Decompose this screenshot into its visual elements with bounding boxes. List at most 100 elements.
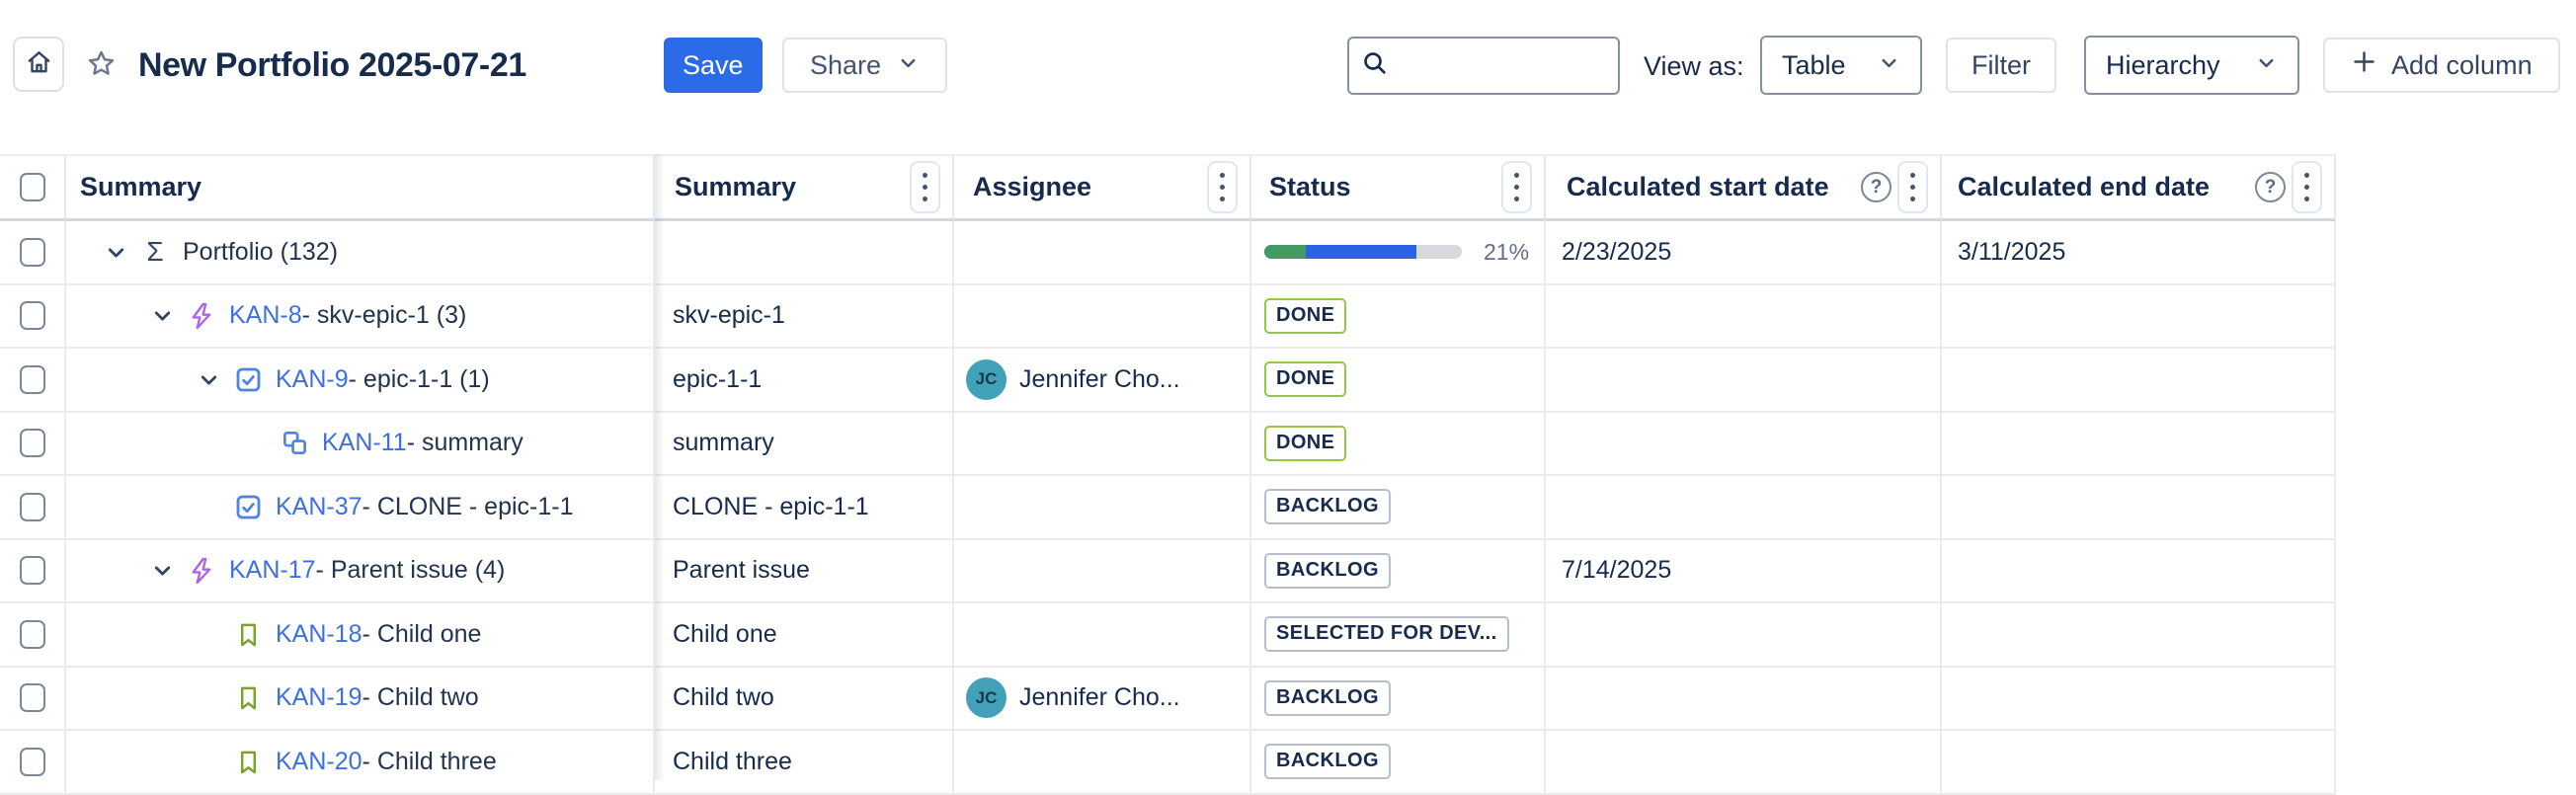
status-cell[interactable]: SELECTED FOR DEV... xyxy=(1251,603,1546,668)
issue-key-link[interactable]: KAN-17 xyxy=(229,556,316,585)
summary-cell[interactable] xyxy=(655,221,954,285)
issue-key-link[interactable]: KAN-37 xyxy=(276,493,362,521)
row-checkbox[interactable] xyxy=(20,620,45,649)
column-menu-icon[interactable] xyxy=(1501,161,1532,213)
add-column-label: Add column xyxy=(2391,50,2533,81)
summary-tree-cell: KAN-8 - skv-epic-1 (3) xyxy=(66,285,655,350)
row-checkbox[interactable] xyxy=(20,238,45,267)
summary-cell[interactable]: Child one xyxy=(655,603,954,668)
column-menu-icon[interactable] xyxy=(910,161,940,213)
row-checkbox[interactable] xyxy=(20,556,45,585)
column-header-summary-tree[interactable]: Summary xyxy=(66,154,655,221)
assignee-cell[interactable] xyxy=(954,221,1251,285)
column-menu-icon[interactable] xyxy=(1207,161,1238,213)
help-icon[interactable]: ? xyxy=(2255,172,2286,202)
issue-key-link[interactable]: KAN-9 xyxy=(276,365,349,394)
row-checkbox[interactable] xyxy=(20,365,45,394)
summary-cell[interactable]: Child two xyxy=(655,668,954,732)
tree-expander-icon[interactable] xyxy=(148,557,176,585)
favorite-star-button[interactable] xyxy=(83,49,119,83)
status-chip[interactable]: BACKLOG xyxy=(1264,680,1391,716)
status-cell[interactable]: BACKLOG xyxy=(1251,668,1546,732)
assignee-name: Jennifer Cho... xyxy=(1019,683,1180,712)
star-icon xyxy=(85,47,118,85)
search-box[interactable] xyxy=(1347,37,1620,95)
row-select-cell xyxy=(0,221,66,285)
summary-tree-cell: KAN-20 - Child three xyxy=(66,731,655,795)
assignee-cell[interactable] xyxy=(954,603,1251,668)
column-header-calc-end-date[interactable]: Calculated end date ? xyxy=(1942,154,2336,221)
column-menu-icon[interactable] xyxy=(2292,161,2322,213)
status-chip[interactable]: DONE xyxy=(1264,298,1346,334)
column-label: Calculated start date xyxy=(1567,172,1829,202)
row-checkbox[interactable] xyxy=(20,683,45,712)
add-column-button[interactable]: Add column xyxy=(2323,38,2560,93)
column-header-summary[interactable]: Summary xyxy=(655,154,954,221)
status-chip[interactable]: DONE xyxy=(1264,361,1346,397)
column-header-assignee[interactable]: Assignee xyxy=(954,154,1251,221)
row-checkbox[interactable] xyxy=(20,301,45,330)
tree-expander-icon[interactable] xyxy=(195,365,222,393)
status-chip[interactable]: BACKLOG xyxy=(1264,489,1391,524)
status-cell[interactable]: BACKLOG xyxy=(1251,476,1546,540)
status-chip[interactable]: DONE xyxy=(1264,426,1346,461)
plus-icon xyxy=(2351,48,2377,82)
save-button[interactable]: Save xyxy=(664,38,763,93)
help-icon[interactable]: ? xyxy=(1861,172,1892,202)
start-date-text: 2/23/2025 xyxy=(1562,238,1671,267)
status-cell[interactable]: BACKLOG xyxy=(1251,731,1546,795)
column-menu-icon[interactable] xyxy=(1897,161,1928,213)
summary-tree-cell: KAN-17 - Parent issue (4) xyxy=(66,540,655,604)
assignee-cell[interactable] xyxy=(954,413,1251,477)
row-select-cell xyxy=(0,413,66,477)
assignee-cell[interactable] xyxy=(954,476,1251,540)
home-button[interactable] xyxy=(13,37,64,92)
tree-expander-icon[interactable] xyxy=(102,238,129,266)
status-chip[interactable]: SELECTED FOR DEV... xyxy=(1264,616,1509,652)
epic-icon xyxy=(186,300,217,332)
issue-key-link[interactable]: KAN-11 xyxy=(322,429,407,457)
row-select-cell xyxy=(0,731,66,795)
issue-key-link[interactable]: KAN-19 xyxy=(276,683,362,712)
row-checkbox[interactable] xyxy=(20,748,45,776)
assignee-cell[interactable]: JCJennifer Cho... xyxy=(954,349,1251,413)
calc-end-date-cell xyxy=(1942,285,2336,350)
summary-cell[interactable]: Parent issue xyxy=(655,540,954,604)
chevron-down-icon xyxy=(2255,50,2278,81)
assignee-cell[interactable]: JCJennifer Cho... xyxy=(954,668,1251,732)
column-header-status[interactable]: Status xyxy=(1251,154,1546,221)
status-cell[interactable]: DONE xyxy=(1251,413,1546,477)
search-input[interactable] xyxy=(1397,50,1594,81)
row-checkbox[interactable] xyxy=(20,493,45,521)
row-select-cell xyxy=(0,476,66,540)
summary-cell[interactable]: summary xyxy=(655,413,954,477)
issue-key-link[interactable]: KAN-8 xyxy=(229,301,302,330)
tree-expander-icon[interactable] xyxy=(148,302,176,330)
summary-text: CLONE - epic-1-1 xyxy=(673,493,869,521)
status-cell[interactable]: DONE xyxy=(1251,285,1546,350)
summary-cell[interactable]: CLONE - epic-1-1 xyxy=(655,476,954,540)
status-chip[interactable]: BACKLOG xyxy=(1264,553,1391,589)
hierarchy-select[interactable]: Hierarchy xyxy=(2084,36,2299,95)
assignee-cell[interactable] xyxy=(954,285,1251,350)
issue-key-link[interactable]: KAN-18 xyxy=(276,620,362,649)
issue-key-link[interactable]: KAN-20 xyxy=(276,748,362,776)
share-button[interactable]: Share xyxy=(782,38,947,93)
summary-cell[interactable]: skv-epic-1 xyxy=(655,285,954,350)
summary-cell[interactable]: Child three xyxy=(655,731,954,795)
summary-cell[interactable]: epic-1-1 xyxy=(655,349,954,413)
assignee-cell[interactable] xyxy=(954,731,1251,795)
filter-button[interactable]: Filter xyxy=(1946,38,2056,93)
assignee-cell[interactable] xyxy=(954,540,1251,604)
row-checkbox[interactable] xyxy=(20,429,45,457)
status-cell[interactable]: BACKLOG xyxy=(1251,540,1546,604)
select-all-checkbox[interactable] xyxy=(20,173,45,201)
column-header-calc-start-date[interactable]: Calculated start date ? xyxy=(1546,154,1942,221)
epic-icon xyxy=(186,555,217,587)
status-cell[interactable]: 21% xyxy=(1251,221,1546,285)
status-cell[interactable]: DONE xyxy=(1251,349,1546,413)
chevron-down-icon xyxy=(897,50,920,81)
status-chip[interactable]: BACKLOG xyxy=(1264,744,1391,779)
view-mode-select[interactable]: Table xyxy=(1760,36,1922,95)
summary-text: Child three xyxy=(673,748,792,776)
